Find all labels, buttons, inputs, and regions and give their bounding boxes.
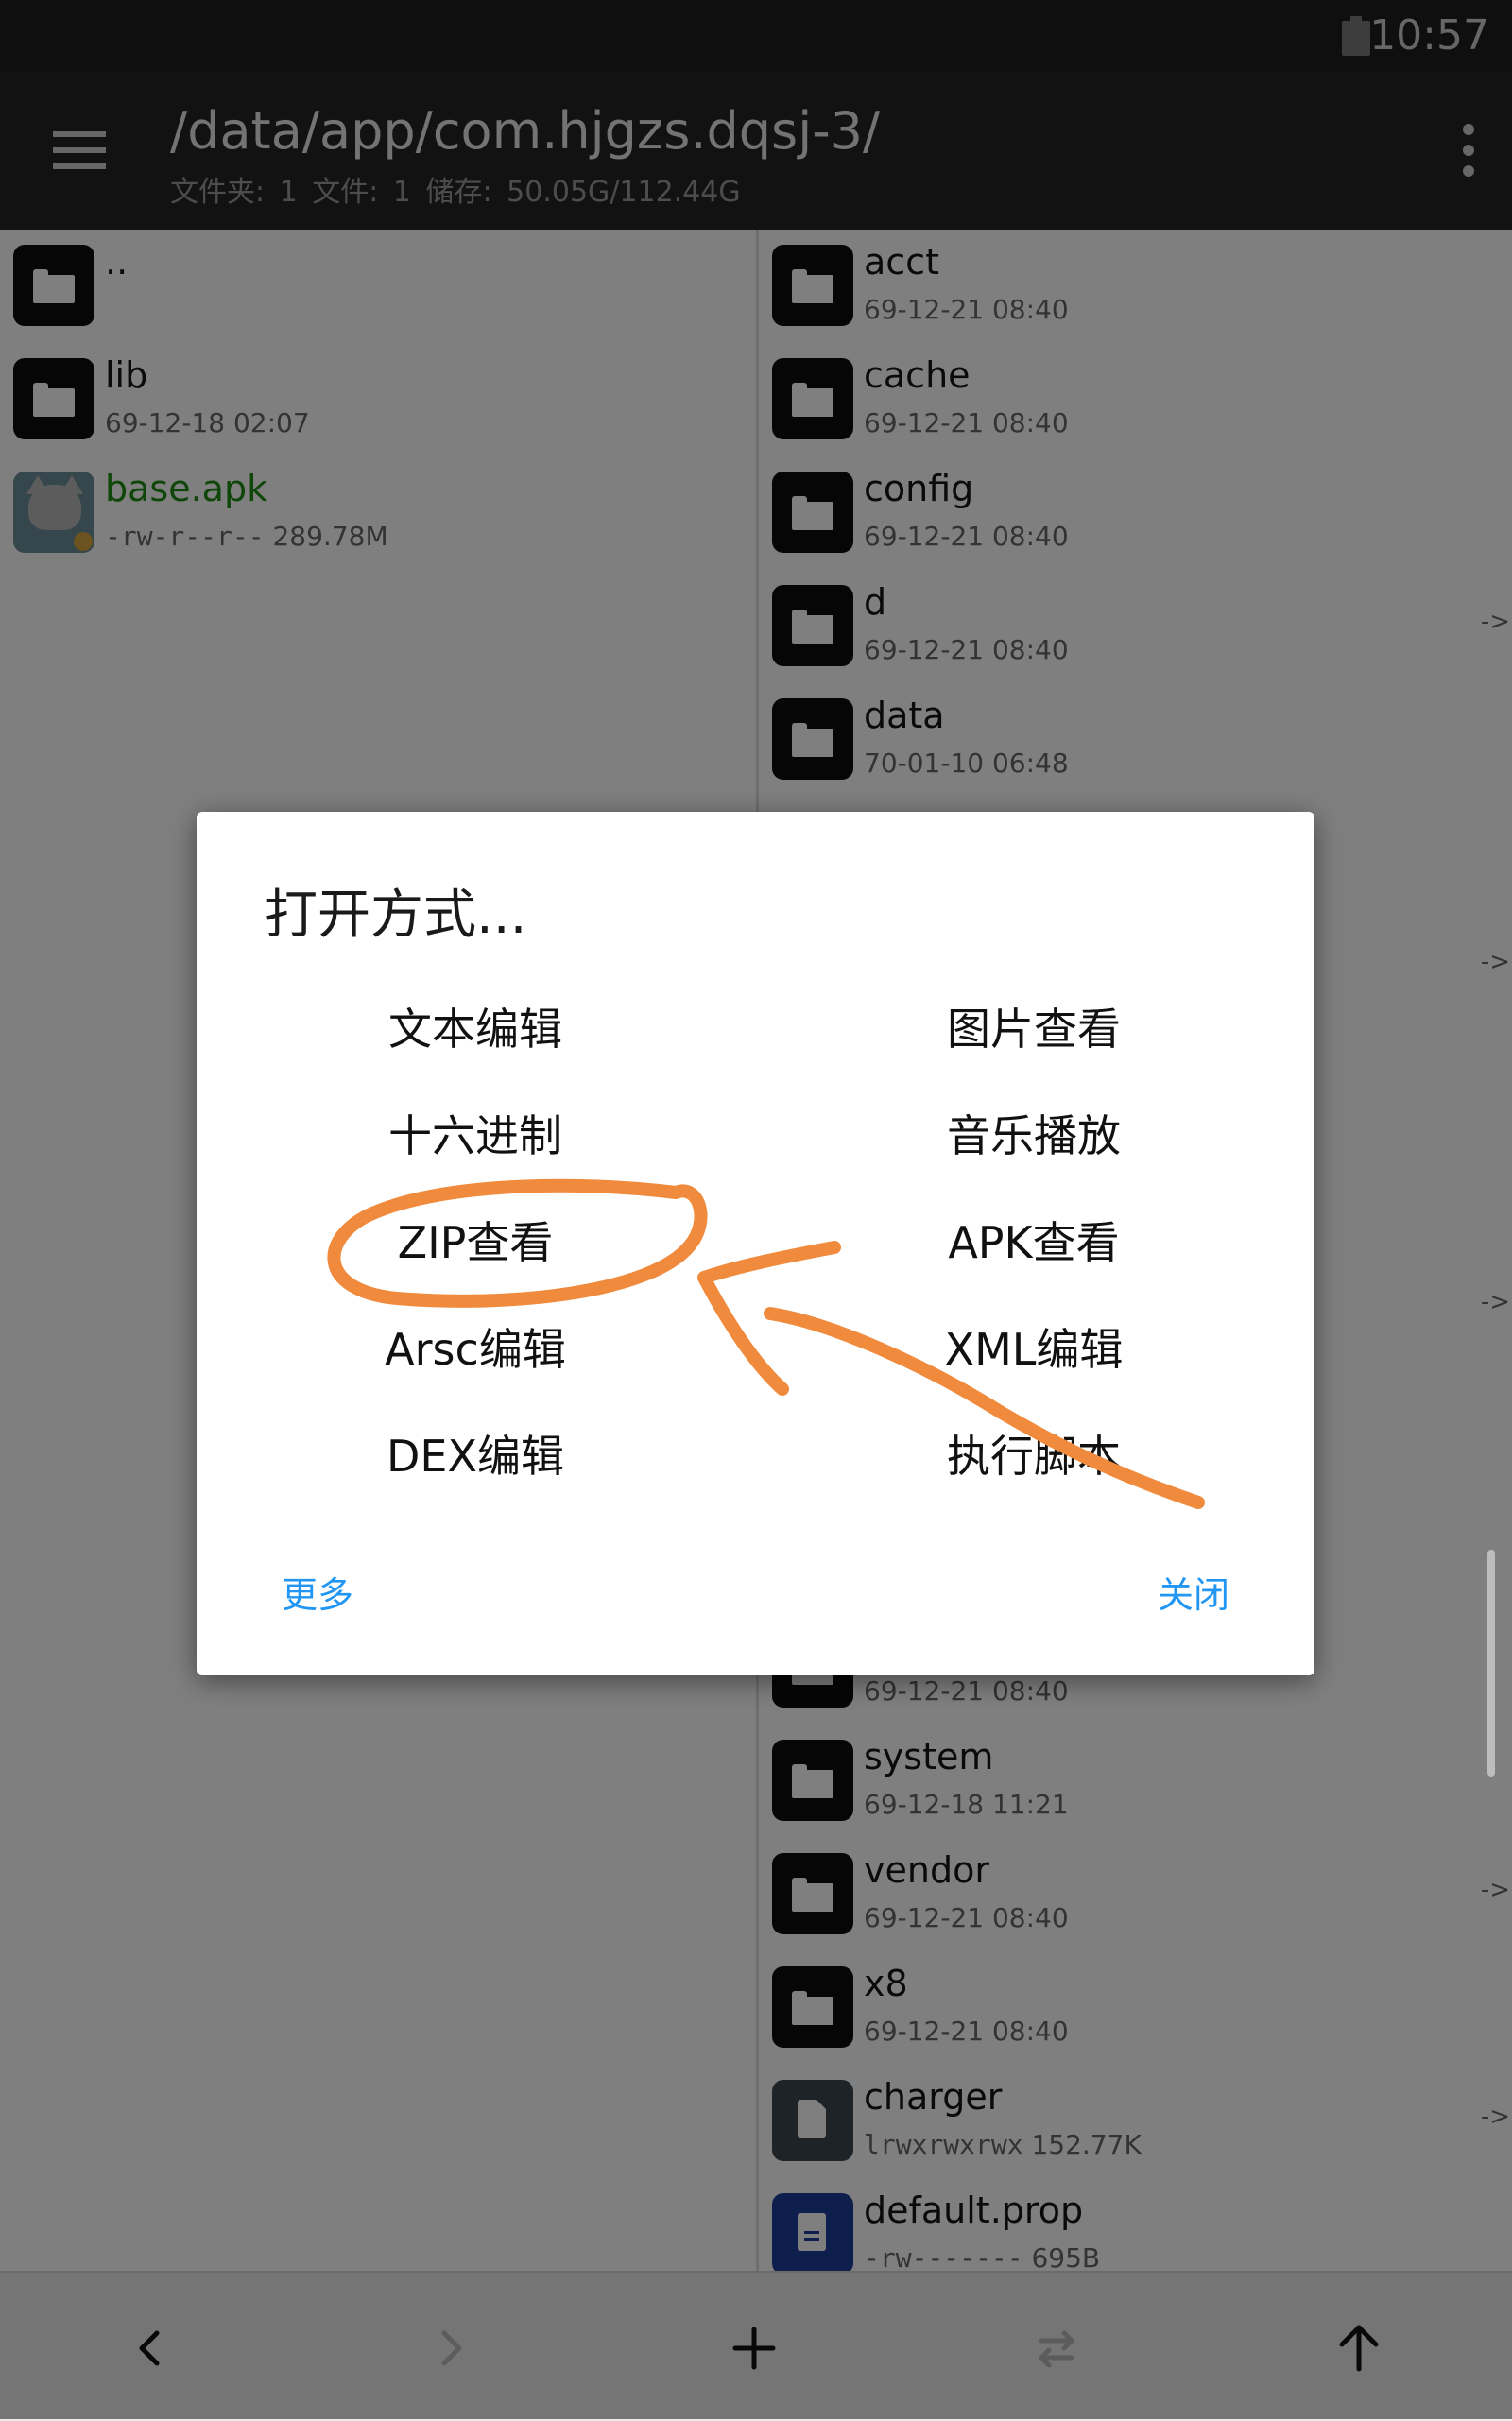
option-zip-view[interactable]: ZIP查看 [398, 1209, 554, 1271]
option-image-view[interactable]: 图片查看 [947, 995, 1121, 1057]
close-button[interactable]: 关闭 [1158, 1566, 1229, 1618]
option-text-edit[interactable]: 文本编辑 [388, 995, 562, 1057]
option-hex[interactable]: 十六进制 [388, 1102, 562, 1164]
right-pane-scrollbar[interactable] [1487, 1550, 1495, 1777]
more-button[interactable]: 更多 [282, 1566, 353, 1618]
option-run-script[interactable]: 执行脚本 [947, 1422, 1121, 1485]
dialog-title: 打开方式... [265, 884, 527, 946]
option-apk-view[interactable]: APK查看 [948, 1209, 1119, 1271]
open-with-dialog: 打开方式... 文本编辑 图片查看 十六进制 音乐播放 ZIP查看 APK查看 … [197, 812, 1314, 1675]
option-arsc-edit[interactable]: Arsc编辑 [385, 1315, 566, 1378]
option-dex-edit[interactable]: DEX编辑 [387, 1422, 564, 1485]
option-xml-edit[interactable]: XML编辑 [945, 1315, 1124, 1378]
option-music-play[interactable]: 音乐播放 [947, 1102, 1121, 1164]
